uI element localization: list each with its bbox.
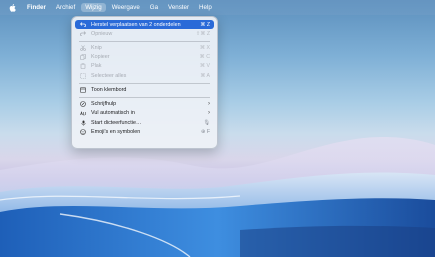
menu-item-copy[interactable]: Kopieer ⌘ C xyxy=(75,53,214,62)
chevron-right-icon: › xyxy=(208,101,210,108)
menu-item-show-clipboard[interactable]: Toon klembord xyxy=(75,85,214,94)
chevron-right-icon: › xyxy=(208,110,210,117)
redo-icon xyxy=(79,31,87,37)
menu-item-label: Emoji's en symbolen xyxy=(91,128,141,135)
menu-item-label: Plak xyxy=(91,63,102,70)
menu-item-redo[interactable]: Opnieuw ⇧⌘ Z xyxy=(75,29,214,38)
menu-item-label: Herstel verplaatsen van 2 onderdelen xyxy=(91,21,181,28)
menu-item-label: Vul automatisch in xyxy=(91,110,135,117)
shortcut-label: ⊕ F xyxy=(201,128,210,135)
window-icon xyxy=(79,87,87,93)
menubar-item-ga[interactable]: Ga xyxy=(150,4,158,11)
menu-item-label: Opnieuw xyxy=(91,30,113,37)
menu-item-label: Schrijfhulp xyxy=(91,101,117,108)
menu-separator xyxy=(79,40,210,42)
emoji-icon xyxy=(79,128,87,135)
menu-separator xyxy=(79,96,210,98)
menubar-item-weergave[interactable]: Weergave xyxy=(112,4,140,11)
scissors-icon xyxy=(79,45,87,51)
menu-item-select-all[interactable]: Selecteer alles ⌘ A xyxy=(75,71,214,80)
menubar-app-finder[interactable]: Finder xyxy=(27,4,46,11)
menu-item-label: Kopieer xyxy=(91,54,110,61)
copy-icon xyxy=(79,54,87,61)
menu-separator xyxy=(79,82,210,84)
menubar-item-help[interactable]: Help xyxy=(199,4,212,11)
shortcut-label: ⌘ A xyxy=(200,72,210,79)
microphone-icon xyxy=(79,120,87,126)
menu-item-writing-tools[interactable]: Schrijfhulp › xyxy=(75,100,214,109)
shortcut-label: 🎙 xyxy=(203,119,210,126)
writing-tools-icon xyxy=(79,101,87,107)
shortcut-label: ⌘ X xyxy=(199,45,210,52)
apple-logo-icon[interactable] xyxy=(9,3,19,12)
menubar-item-archief[interactable]: Archief xyxy=(56,4,75,11)
menu-item-label: Toon klembord xyxy=(91,86,127,93)
menu-item-label: Knip xyxy=(91,45,102,52)
menu-item-dictation[interactable]: Start dicteerfunctie… 🎙 xyxy=(75,118,214,127)
shortcut-label: ⇧⌘ Z xyxy=(195,30,210,37)
menu-item-autofill[interactable]: Vul automatisch in › xyxy=(75,109,214,118)
undo-icon xyxy=(79,22,87,28)
menu-bar: Finder Archief Wijzig Weergave Ga Venste… xyxy=(0,0,435,15)
text-cursor-icon xyxy=(79,111,87,116)
shortcut-label: ⌘ V xyxy=(199,63,210,70)
edit-menu-dropdown: Herstel verplaatsen van 2 onderdelen ⌘ Z… xyxy=(71,16,218,149)
menu-item-label: Selecteer alles xyxy=(91,72,127,79)
shortcut-label: ⌘ Z xyxy=(200,21,210,28)
clipboard-icon xyxy=(79,63,87,70)
menu-item-undo[interactable]: Herstel verplaatsen van 2 onderdelen ⌘ Z xyxy=(75,20,214,30)
shortcut-label: ⌘ C xyxy=(199,54,210,61)
menu-item-label: Start dicteerfunctie… xyxy=(91,119,142,126)
menu-item-paste[interactable]: Plak ⌘ V xyxy=(75,62,214,71)
menu-item-cut[interactable]: Knip ⌘ X xyxy=(75,43,214,52)
menubar-item-wijzig[interactable]: Wijzig xyxy=(81,3,106,12)
menubar-item-venster[interactable]: Venster xyxy=(168,4,189,11)
menu-item-emoji[interactable]: Emoji's en symbolen ⊕ F xyxy=(75,127,214,136)
select-all-icon xyxy=(79,72,87,79)
